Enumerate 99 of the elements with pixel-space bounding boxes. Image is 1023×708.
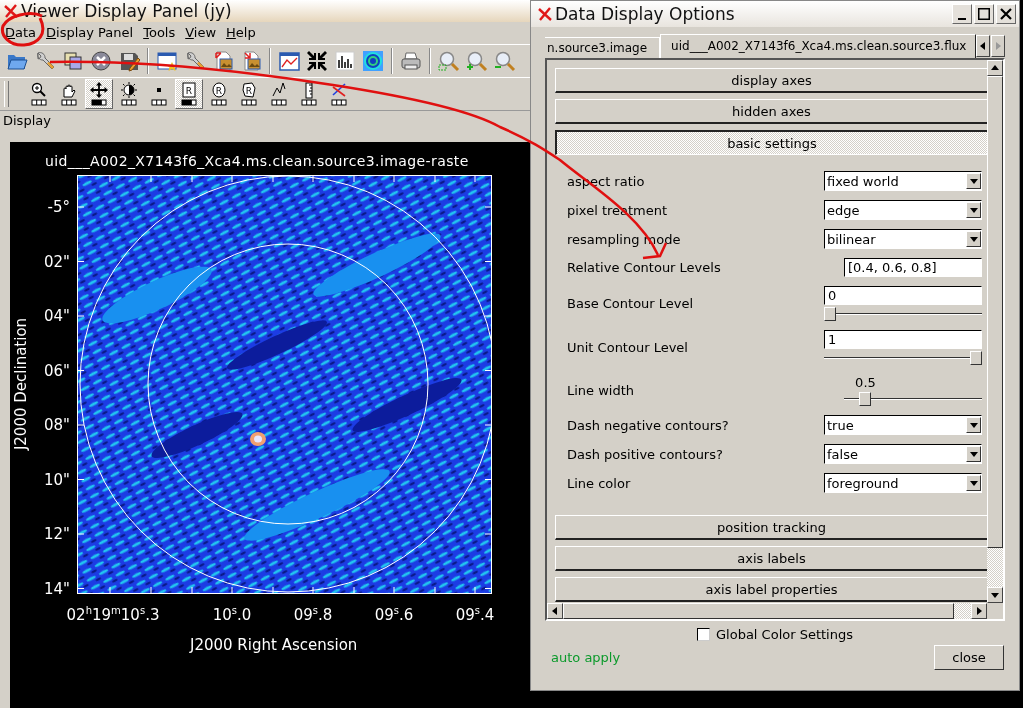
arrow-down-icon [968, 234, 979, 244]
scroll-down-button[interactable] [987, 587, 1003, 603]
scroll-left-button[interactable] [547, 603, 563, 619]
dropdown[interactable]: false [824, 444, 982, 464]
image-export-icon[interactable] [212, 50, 234, 72]
slider-thumb[interactable] [824, 307, 836, 321]
x-logo-icon [3, 3, 19, 19]
arrow-down-icon [990, 590, 1000, 600]
slider-thumb[interactable] [970, 351, 982, 365]
setting-label: Line width [567, 382, 636, 398]
setting-label: Dash positive contours? [567, 446, 724, 462]
section-header-button[interactable]: basic settings [555, 130, 987, 155]
dropdown[interactable]: fixed world [824, 171, 982, 191]
y-tick-label: 12" [43, 524, 70, 544]
section-header-button[interactable]: axis labels [555, 546, 987, 571]
line-chart-icon[interactable] [278, 50, 300, 72]
plot-title: uid___A002_X7143f6_Xca4.ms.clean.source3.image-raste [45, 153, 469, 169]
slider-value: 0.5 [855, 374, 876, 390]
dropdown[interactable]: foreground [824, 473, 982, 493]
maximize-icon [978, 8, 990, 20]
mouse-tool-button[interactable]: R [235, 79, 263, 109]
close-icon [1000, 8, 1012, 20]
hand-icon [60, 82, 78, 106]
scroll-right-button[interactable] [971, 603, 987, 619]
close-button[interactable] [996, 4, 1016, 24]
minimize-button[interactable] [952, 4, 972, 24]
checkbox-label: Global Color Settings [716, 627, 853, 642]
dropdown[interactable]: bilinear [824, 229, 982, 249]
checkbox[interactable] [697, 628, 710, 641]
menu-item[interactable]: Data [0, 24, 42, 42]
x-tick-label: 02$^{h}$19$^{m}$10$^{s}$.3 [66, 605, 160, 625]
target-icon[interactable] [362, 50, 384, 72]
arrow-right-icon [974, 606, 984, 616]
section-header-button[interactable]: position tracking [555, 515, 987, 540]
auto-apply-label: auto apply [551, 650, 621, 665]
input-field[interactable]: 1 [824, 330, 982, 349]
arrow-up-icon [990, 63, 1000, 73]
x-axis-title: J2000 Right Ascension [190, 635, 358, 655]
menu-item[interactable]: Tools [138, 24, 181, 42]
setting-label: Dash negative contours? [567, 417, 730, 433]
dropdown[interactable]: true [824, 415, 982, 435]
x-tick-label: 09$^{s}$.4 [455, 605, 495, 625]
tab[interactable]: n.source3.image [545, 37, 661, 58]
zoom-out-icon[interactable] [494, 50, 516, 72]
maximize-button[interactable] [974, 4, 994, 24]
arrow-down-icon [968, 449, 979, 459]
y-tick-label: 02" [43, 251, 70, 272]
mouse-tool-button[interactable] [85, 79, 113, 109]
mouse-tool-button[interactable]: R [205, 79, 233, 109]
close-icon[interactable] [90, 50, 112, 72]
section-header-button[interactable]: display axes [555, 68, 987, 93]
arrow-down-icon [968, 176, 979, 186]
move-arrows-icon [90, 82, 108, 106]
y-tick-label: 10" [43, 469, 70, 490]
tab-scroll-right-button[interactable] [991, 35, 1006, 57]
dropdown[interactable]: edge [824, 200, 982, 220]
slider-thumb[interactable] [859, 392, 872, 406]
menu-item[interactable]: Help [221, 24, 261, 42]
x-logo-icon [537, 6, 553, 22]
setting-label: Unit Contour Level [567, 340, 689, 355]
menu-item[interactable]: Display Panel [41, 24, 139, 42]
shrink-arrows-icon[interactable] [306, 50, 328, 72]
crossed-lines-icon [330, 82, 348, 106]
polyline-icon [270, 82, 288, 106]
scroll-up-button[interactable] [987, 60, 1003, 76]
x-tick-label: 09$^{s}$.6 [374, 605, 414, 625]
scrollbar-thumb[interactable] [563, 603, 954, 619]
close-button[interactable]: close [934, 645, 1004, 670]
zoom-box-icon[interactable] [438, 50, 460, 72]
minimize-icon [958, 18, 966, 20]
setting-label: Relative Contour Levels [567, 260, 722, 275]
mouse-tool-button[interactable]: R [175, 79, 203, 109]
x-tick-label: 09$^{s}$.8 [293, 605, 333, 625]
copy-icon[interactable] [62, 50, 84, 72]
histogram-icon[interactable] [334, 50, 356, 72]
ruler-icon [300, 82, 318, 106]
arrow-down-icon [968, 205, 979, 215]
input-field[interactable]: 0 [824, 286, 982, 305]
y-tick-label: 14" [43, 578, 70, 599]
menu-item[interactable]: View [180, 24, 222, 42]
setting-label: Line color [567, 475, 632, 491]
tab[interactable]: uid___A002_X7143f6_Xca4.ms.clean.source3.flux [660, 34, 977, 58]
tab-scroll-left-button[interactable] [976, 35, 991, 57]
x-tick-label: 10$^{s}$.0 [212, 605, 252, 625]
arrow-down-icon [968, 420, 979, 430]
y-axis-title: J2000 Declination [11, 316, 31, 453]
contrast-icon [120, 82, 138, 106]
zoom-tool-icon [30, 82, 48, 106]
setting-label: Base Contour Level [567, 296, 695, 311]
arrow-down-icon [968, 478, 979, 488]
window-title: Data Display Options [555, 4, 735, 24]
zoom-in-icon[interactable] [466, 50, 488, 72]
section-header-button[interactable]: hidden axes [555, 99, 987, 124]
print-icon[interactable] [400, 50, 422, 72]
scrollbar-thumb[interactable] [987, 76, 1003, 548]
input-field[interactable]: [0.4, 0.6, 0.8] [844, 258, 982, 277]
y-tick-label: -5° [46, 197, 70, 217]
wrench-icon[interactable] [34, 50, 56, 72]
arrow-left-icon [550, 606, 560, 616]
